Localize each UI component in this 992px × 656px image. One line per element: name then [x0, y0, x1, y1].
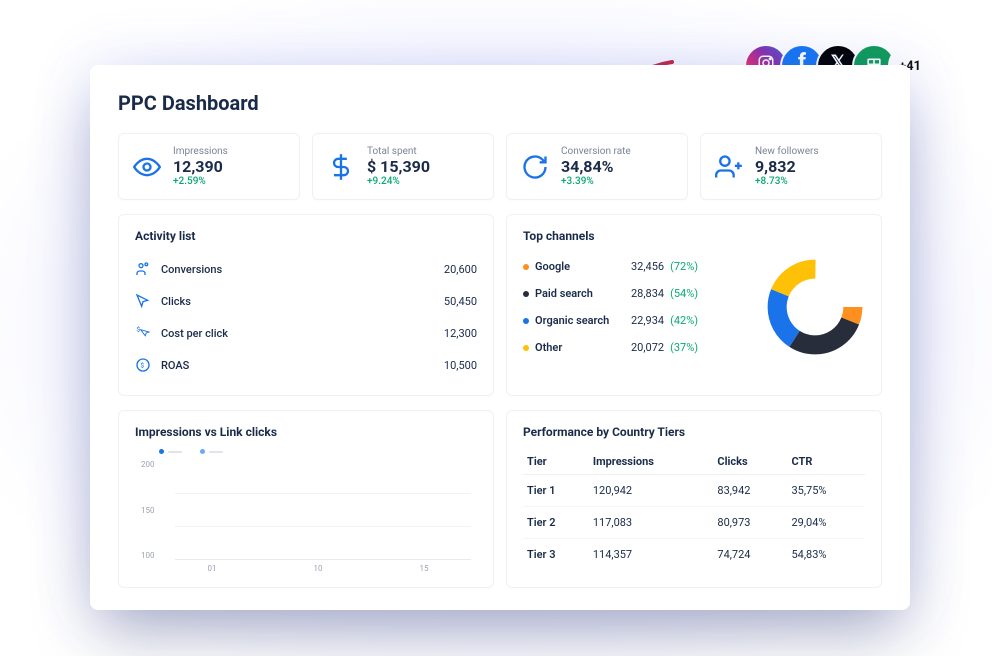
table-row: Clicks 50,450 [135, 285, 477, 317]
y-tick: 200 [141, 460, 155, 469]
page-title: PPC Dashboard [118, 91, 882, 115]
cost-icon: $ [135, 325, 151, 341]
kpi-value: 12,390 [173, 157, 228, 176]
kpi-row: Impressions 12,390 +2.59% Total spent $ … [118, 133, 882, 200]
y-tick: 100 [141, 551, 155, 560]
chart-legend [135, 449, 477, 454]
x-label: 15 [420, 564, 429, 573]
channels-panel: Top channels Google 32,456 (72%) Paid se… [506, 214, 882, 396]
channels-list: Google 32,456 (72%) Paid search 28,834 (… [523, 253, 751, 361]
refresh-icon [521, 153, 549, 181]
activity-value: 50,450 [444, 295, 477, 308]
channel-pct: (72%) [670, 260, 698, 273]
roas-icon: $ [135, 357, 151, 373]
conversions-icon [135, 261, 151, 277]
kpi-delta: +3.39% [561, 176, 631, 187]
dot-icon [523, 318, 529, 324]
kpi-value: $ 15,390 [367, 157, 430, 176]
activity-value: 10,500 [444, 359, 477, 372]
channel-pct: (42%) [670, 314, 698, 327]
kpi-impressions[interactable]: Impressions 12,390 +2.59% [118, 133, 300, 200]
channel-name: Organic search [535, 314, 625, 327]
performance-title: Performance by Country Tiers [523, 425, 865, 439]
th-impressions: Impressions [589, 449, 714, 475]
performance-panel: Performance by Country Tiers Tier Impres… [506, 410, 882, 588]
table-row: $ ROAS 10,500 [135, 349, 477, 381]
list-item: Google 32,456 (72%) [523, 253, 751, 280]
svg-text:$: $ [136, 326, 140, 334]
kpi-total-spent[interactable]: Total spent $ 15,390 +9.24% [312, 133, 494, 200]
table-row: Tier 1 120,942 83,942 35,75% [523, 475, 865, 507]
activity-title: Activity list [135, 229, 477, 243]
list-item: Paid search 28,834 (54%) [523, 280, 751, 307]
list-item: Organic search 22,934 (42%) [523, 307, 751, 334]
kpi-value: 34,84% [561, 157, 631, 176]
y-tick: 150 [141, 506, 155, 515]
channel-name: Google [535, 260, 625, 273]
dot-icon [523, 264, 529, 270]
activity-label: Conversions [161, 263, 222, 276]
kpi-delta: +8.73% [755, 176, 819, 187]
th-ctr: CTR [788, 449, 866, 475]
th-tier: Tier [523, 449, 589, 475]
impressions-chart-panel: Impressions vs Link clicks 200 150 100 0 [118, 410, 494, 588]
activity-label: ROAS [161, 359, 189, 372]
kpi-delta: +2.59% [173, 176, 228, 187]
kpi-label: Total spent [367, 146, 430, 157]
dashboard: PPC Dashboard Impressions 12,390 +2.59% … [90, 65, 910, 610]
svg-text:$: $ [140, 362, 144, 370]
table-row: Conversions 20,600 [135, 253, 477, 285]
kpi-followers[interactable]: New followers 9,832 +8.73% [700, 133, 882, 200]
activity-label: Clicks [161, 295, 191, 308]
channel-pct: (54%) [670, 287, 698, 300]
user-plus-icon [715, 153, 743, 181]
kpi-label: Impressions [173, 146, 228, 157]
th-clicks: Clicks [713, 449, 787, 475]
kpi-conversion[interactable]: Conversion rate 34,84% +3.39% [506, 133, 688, 200]
kpi-label: New followers [755, 146, 819, 157]
channel-name: Other [535, 341, 625, 354]
kpi-label: Conversion rate [561, 146, 631, 157]
channel-value: 22,934 [631, 314, 664, 327]
channel-value: 28,834 [631, 287, 664, 300]
activity-label: Cost per click [161, 327, 228, 340]
channel-pct: (37%) [670, 341, 698, 354]
channels-title: Top channels [523, 229, 865, 243]
x-label: 10 [314, 564, 323, 573]
channel-name: Paid search [535, 287, 625, 300]
donut-chart [765, 257, 865, 357]
eye-icon [133, 153, 161, 181]
activity-value: 20,600 [444, 263, 477, 276]
bar-chart: 200 150 100 [135, 460, 477, 560]
x-label: 01 [208, 564, 217, 573]
activity-panel: Activity list Conversions 20,600 Clicks … [118, 214, 494, 396]
kpi-value: 9,832 [755, 157, 819, 176]
list-item: Other 20,072 (37%) [523, 334, 751, 361]
channel-value: 32,456 [631, 260, 664, 273]
dot-icon [523, 345, 529, 351]
table-row: Tier 3 114,357 74,724 54,83% [523, 539, 865, 571]
dollar-icon [327, 153, 355, 181]
performance-table: Tier Impressions Clicks CTR Tier 1 120,9… [523, 449, 865, 570]
activity-value: 12,300 [444, 327, 477, 340]
table-row: $ Cost per click 12,300 [135, 317, 477, 349]
kpi-delta: +9.24% [367, 176, 430, 187]
dot-icon [523, 291, 529, 297]
cursor-icon [135, 293, 151, 309]
impressions-title: Impressions vs Link clicks [135, 425, 477, 439]
table-row: Tier 2 117,083 80,973 29,04% [523, 507, 865, 539]
channel-value: 20,072 [631, 341, 664, 354]
